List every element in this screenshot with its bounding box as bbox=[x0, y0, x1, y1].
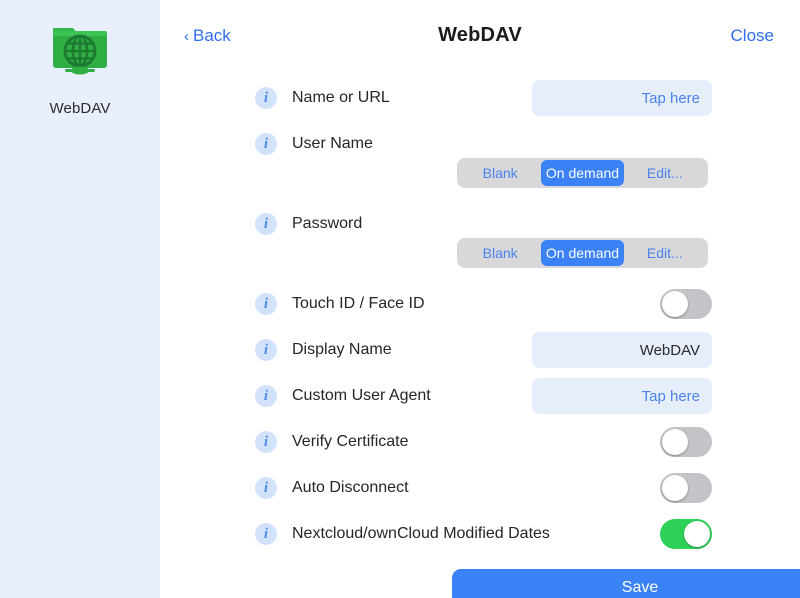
row-label: Nextcloud/ownCloud Modified Dates bbox=[292, 525, 550, 542]
custom-user-agent-input[interactable]: Tap here bbox=[532, 378, 712, 414]
settings-form: i Name or URL Tap here i User Name Blank… bbox=[160, 66, 800, 598]
row-label: Touch ID / Face ID bbox=[292, 295, 425, 312]
segment-edit[interactable]: Edit... bbox=[624, 160, 706, 186]
toggle-knob bbox=[662, 429, 688, 455]
row-label: Auto Disconnect bbox=[292, 479, 409, 496]
name-or-url-input[interactable]: Tap here bbox=[532, 80, 712, 116]
info-icon[interactable]: i bbox=[255, 385, 277, 407]
info-icon[interactable]: i bbox=[255, 87, 277, 109]
save-button[interactable]: Save bbox=[452, 569, 800, 598]
verify-certificate-toggle[interactable] bbox=[660, 427, 712, 457]
row-display-name: i Display Name WebDAV bbox=[255, 332, 712, 368]
toggle-knob bbox=[662, 291, 688, 317]
segment-blank[interactable]: Blank bbox=[459, 160, 541, 186]
webdav-settings-window: WebDAV ‹ Back WebDAV Close i Name or URL… bbox=[0, 0, 800, 598]
row-user-name: i User Name bbox=[255, 126, 712, 162]
main-panel: ‹ Back WebDAV Close i Name or URL Tap he… bbox=[160, 0, 800, 598]
sidebar: WebDAV bbox=[0, 0, 160, 598]
row-auto-disconnect: i Auto Disconnect bbox=[255, 470, 712, 506]
info-icon[interactable]: i bbox=[255, 477, 277, 499]
touch-id-face-id-toggle[interactable] bbox=[660, 289, 712, 319]
row-custom-user-agent: i Custom User Agent Tap here bbox=[255, 378, 712, 414]
info-icon[interactable]: i bbox=[255, 293, 277, 315]
titlebar: ‹ Back WebDAV Close bbox=[160, 0, 800, 66]
row-verify-certificate: i Verify Certificate bbox=[255, 424, 712, 460]
password-segmented-control: Blank On demand Edit... bbox=[457, 238, 708, 268]
close-button[interactable]: Close bbox=[731, 26, 774, 46]
row-label: Name or URL bbox=[292, 89, 390, 106]
info-icon[interactable]: i bbox=[255, 339, 277, 361]
row-nextcloud-owncloud-modified-dates: i Nextcloud/ownCloud Modified Dates bbox=[255, 516, 712, 552]
auto-disconnect-toggle[interactable] bbox=[660, 473, 712, 503]
segment-on-demand[interactable]: On demand bbox=[541, 240, 624, 266]
row-label: Password bbox=[292, 215, 363, 232]
info-icon[interactable]: i bbox=[255, 133, 277, 155]
toggle-knob bbox=[684, 521, 710, 547]
nextcloud-modified-dates-toggle[interactable] bbox=[660, 519, 712, 549]
info-icon[interactable]: i bbox=[255, 431, 277, 453]
sidebar-item-label: WebDAV bbox=[49, 100, 111, 117]
display-name-input[interactable]: WebDAV bbox=[532, 332, 712, 368]
segment-on-demand[interactable]: On demand bbox=[541, 160, 624, 186]
segment-edit[interactable]: Edit... bbox=[624, 240, 706, 266]
row-label: Verify Certificate bbox=[292, 433, 409, 450]
row-label: User Name bbox=[292, 135, 373, 152]
segment-blank[interactable]: Blank bbox=[459, 240, 541, 266]
page-title: WebDAV bbox=[438, 24, 522, 46]
user-name-segmented-control: Blank On demand Edit... bbox=[457, 158, 708, 188]
row-label: Display Name bbox=[292, 341, 392, 358]
row-label: Custom User Agent bbox=[292, 387, 431, 404]
sidebar-item-webdav[interactable]: WebDAV bbox=[0, 22, 160, 117]
row-touch-id-face-id: i Touch ID / Face ID bbox=[255, 286, 712, 322]
toggle-knob bbox=[662, 475, 688, 501]
row-name-or-url: i Name or URL Tap here bbox=[255, 80, 712, 116]
row-password: i Password bbox=[255, 206, 712, 242]
folder-globe-icon bbox=[49, 22, 111, 80]
info-icon[interactable]: i bbox=[255, 523, 277, 545]
info-icon[interactable]: i bbox=[255, 213, 277, 235]
